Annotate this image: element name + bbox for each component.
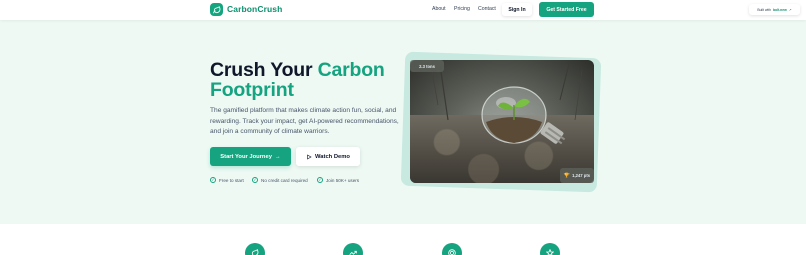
- sign-in-button[interactable]: Sign In: [502, 3, 532, 16]
- feature-free: ✓ Free to start: [210, 177, 244, 183]
- points-badge: 🏆 1,247 pts: [560, 168, 594, 183]
- top-navbar: CarbonCrush About Pricing Contact Sign I…: [0, 0, 806, 20]
- brand-name[interactable]: CarbonCrush: [227, 4, 282, 14]
- lightbulb-illustration: [429, 60, 583, 145]
- hero-title-plain: Crush Your: [210, 59, 318, 81]
- feature-no-card: ✓ No credit card required: [252, 177, 308, 183]
- built-with-name: bolt.new: [772, 7, 787, 12]
- feature-free-label: Free to start: [219, 177, 244, 183]
- feature-users: ✓ Join 50K+ users: [317, 177, 359, 183]
- features-section: [0, 224, 806, 255]
- nav-link-pricing[interactable]: Pricing: [454, 6, 470, 12]
- points-label: 1,247 pts: [572, 173, 591, 178]
- check-circle-icon: ✓: [252, 177, 258, 183]
- co2-tons-badge: 2.3 tons: [410, 60, 444, 72]
- hero-description: The gamified platform that makes climate…: [210, 107, 399, 135]
- check-circle-icon: ✓: [210, 177, 216, 183]
- check-circle-icon: ✓: [317, 177, 323, 183]
- hero-title: Crush Your Carbon Footprint: [210, 60, 410, 100]
- watch-demo-button[interactable]: Watch Demo: [296, 147, 360, 166]
- feature-users-label: Join 50K+ users: [326, 177, 360, 183]
- start-journey-button[interactable]: Start Your Journey →: [210, 147, 291, 166]
- hero-image-lightbulb-plant: [410, 60, 594, 183]
- start-journey-label: Start Your Journey: [220, 153, 272, 160]
- nav-link-about[interactable]: About: [432, 6, 446, 12]
- nav-link-contact[interactable]: Contact: [478, 6, 496, 12]
- arrow-right-icon: →: [274, 153, 281, 160]
- watch-demo-label: Watch Demo: [315, 153, 350, 160]
- leaf-logo-icon[interactable]: [210, 3, 223, 16]
- built-with-badge[interactable]: Built with bolt.new ↗: [749, 4, 800, 15]
- built-with-prefix: Built with: [757, 7, 771, 12]
- play-icon: [307, 153, 312, 160]
- external-link-icon: ↗: [788, 7, 792, 12]
- get-started-button[interactable]: Get Started Free: [539, 2, 594, 17]
- feature-no-card-label: No credit card required: [261, 177, 308, 183]
- trophy-icon: 🏆: [563, 172, 571, 179]
